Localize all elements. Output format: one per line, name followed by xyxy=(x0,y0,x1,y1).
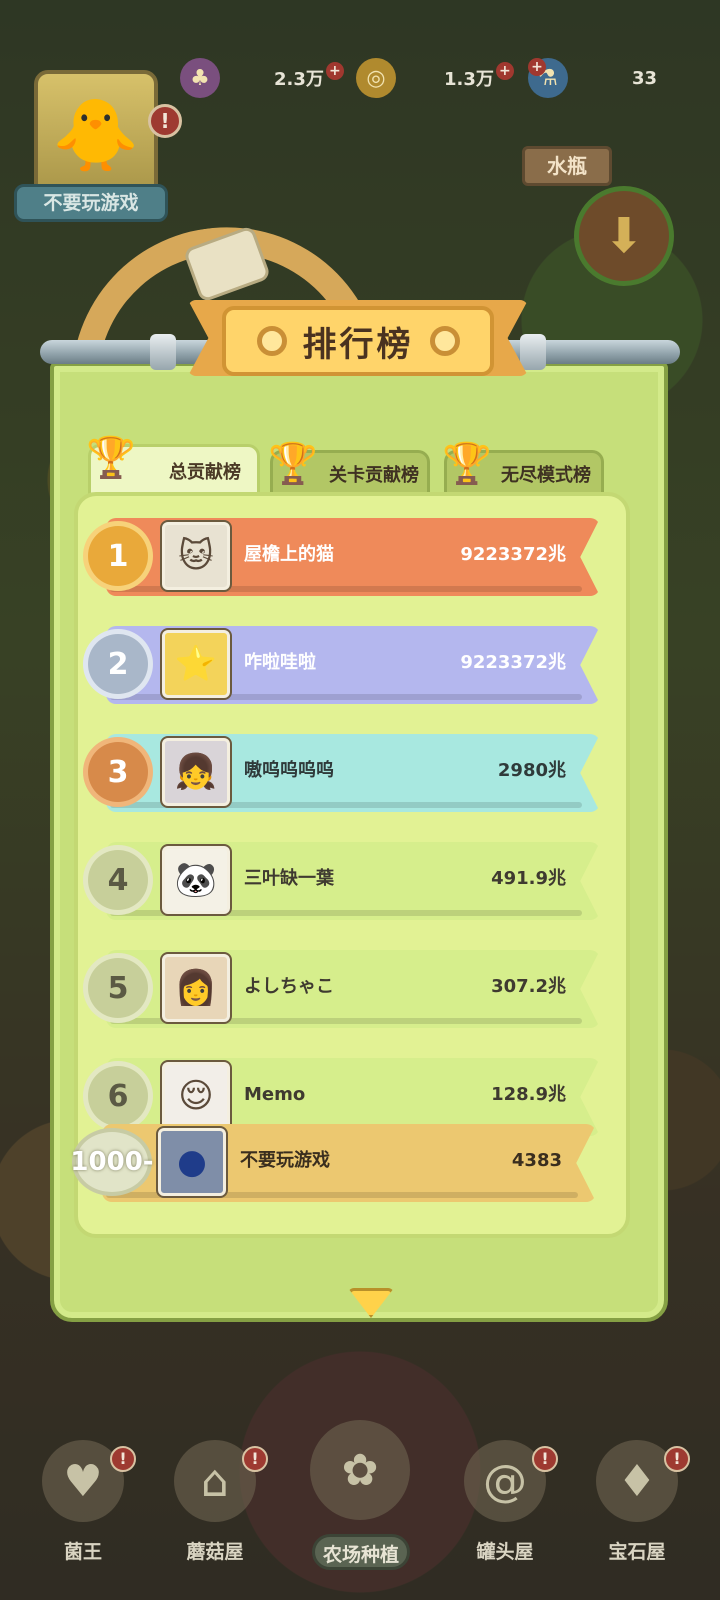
bottom-nav: ♥ ! 菌王 ⌂ ! 蘑菇屋 ✿ 农场种植 @ ! 罐头屋 ♦ ! 宝石屋 xyxy=(0,1400,720,1600)
resource-coin-value: 1.3万 xyxy=(444,69,494,90)
trophy-icon: 🏆 xyxy=(86,434,136,481)
tab-label: 无尽模式榜 xyxy=(501,464,591,486)
nav-item-farm[interactable]: ✿ 农场种植 xyxy=(306,1420,416,1570)
avatar[interactable]: 🐼 xyxy=(162,846,230,914)
nav-label: 农场种植 xyxy=(312,1534,410,1570)
nav-item-mushroom-house[interactable]: ⌂ ! 蘑菇屋 xyxy=(160,1440,270,1570)
resource-potion-value: 33 xyxy=(632,67,658,89)
player-name: 不要玩游戏 xyxy=(14,184,168,222)
avatar[interactable]: 🐱 xyxy=(162,522,230,590)
rank-medal-silver: 2 xyxy=(88,634,148,694)
avatar[interactable]: ⭐ xyxy=(162,630,230,698)
profile-alert-badge: ! xyxy=(148,104,182,138)
trophy-icon: 🏆 xyxy=(442,440,492,487)
resource-mushroom[interactable]: ♣ 2.3万 + xyxy=(180,58,344,98)
swirl-icon xyxy=(256,326,287,356)
nav-label: 菌王 xyxy=(63,1541,102,1563)
player-name: よしちゃこ xyxy=(244,976,334,997)
watering-can-icon: ✿ xyxy=(310,1420,410,1520)
leaderboard-row[interactable]: 3 👧 嗷呜呜呜呜 2980兆 xyxy=(88,734,604,814)
player-name: 三叶缺一葉 xyxy=(244,868,334,889)
trophy-icon: 🏆 xyxy=(268,440,318,487)
rank-badge: 4 xyxy=(88,850,148,910)
resource-potion[interactable]: ⚗ + 33 xyxy=(528,58,657,98)
my-name: 不要玩游戏 xyxy=(240,1150,330,1171)
tab-level-contribution[interactable]: 🏆 关卡贡献榜 xyxy=(268,441,430,494)
nav-alert-badge: ! xyxy=(532,1446,558,1472)
nav-item-king[interactable]: ♥ ! 菌王 xyxy=(28,1440,138,1570)
player-avatar[interactable]: 🐥 xyxy=(34,70,158,200)
rank-medal-bronze: 3 xyxy=(88,742,148,802)
tab-label: 总贡献榜 xyxy=(169,461,241,483)
player-score: 2980兆 xyxy=(497,760,566,781)
avatar[interactable]: 👧 xyxy=(162,738,230,806)
leaderboard-row[interactable]: 5 👩 よしちゃこ 307.2兆 xyxy=(88,950,604,1030)
player-score: 9223372兆 xyxy=(460,652,566,673)
nav-label: 宝石屋 xyxy=(608,1541,666,1563)
player-score: 9223372兆 xyxy=(460,544,566,565)
nav-label: 蘑菇屋 xyxy=(186,1541,244,1563)
player-name: 屋檐上的猫 xyxy=(244,544,334,565)
nav-alert-badge: ! xyxy=(664,1446,690,1472)
rank-medal-gold: 1 xyxy=(88,526,148,586)
nav-alert-badge: ! xyxy=(242,1446,268,1472)
add-potion-button[interactable]: + xyxy=(528,58,546,76)
add-mushroom-button[interactable]: + xyxy=(325,62,344,80)
resource-coin[interactable]: ◎ 1.3万 + xyxy=(356,58,514,98)
swirl-icon xyxy=(429,326,460,356)
my-score: 4383 xyxy=(511,1150,562,1171)
player-name: 咋啦哇啦 xyxy=(244,652,316,673)
page-title: 排行榜 xyxy=(302,324,414,365)
tab-label: 关卡贡献榜 xyxy=(329,464,419,486)
title-plate: 排行榜 xyxy=(222,306,494,376)
nav-item-gem-house[interactable]: ♦ ! 宝石屋 xyxy=(582,1440,692,1570)
player-profile[interactable]: 🐥 不要玩游戏 ! xyxy=(14,64,182,224)
rank-badge: 5 xyxy=(88,958,148,1018)
add-coin-button[interactable]: + xyxy=(495,62,514,80)
resource-mushroom-value: 2.3万 xyxy=(274,69,324,90)
leaderboard-row[interactable]: 2 ⭐ 咋啦哇啦 9223372兆 xyxy=(88,626,604,706)
mushroom-icon: ♣ xyxy=(180,58,220,98)
my-rank-bar[interactable]: 1000- ● 不要玩游戏 4383 xyxy=(70,1110,630,1206)
nav-alert-badge: ! xyxy=(110,1446,136,1472)
rod-ring-left xyxy=(150,334,176,370)
tab-total-contribution[interactable]: 🏆 总贡献榜 xyxy=(86,435,260,494)
avatar[interactable]: 👩 xyxy=(162,954,230,1022)
rod-ring-right xyxy=(520,334,546,370)
player-score: 307.2兆 xyxy=(491,976,566,997)
player-score: 491.9兆 xyxy=(491,868,566,889)
aquarius-sign[interactable]: 水瓶 xyxy=(522,146,612,186)
nav-label: 罐头屋 xyxy=(476,1541,534,1563)
nav-item-can-house[interactable]: @ ! 罐头屋 xyxy=(450,1440,560,1570)
player-name: 嗷呜呜呜呜 xyxy=(244,760,334,781)
tab-endless-mode[interactable]: 🏆 无尽模式榜 xyxy=(442,441,604,494)
my-rank-row[interactable]: 1000- ● 不要玩游戏 4383 xyxy=(70,1124,600,1204)
leaderboard-row[interactable]: 1 🐱 屋檐上的猫 9223372兆 xyxy=(88,518,604,598)
download-arrow-icon[interactable]: ⬇ xyxy=(574,186,674,286)
leaderboard-row[interactable]: 4 🐼 三叶缺一葉 491.9兆 xyxy=(88,842,604,922)
coin-icon: ◎ xyxy=(356,58,396,98)
avatar[interactable]: ● xyxy=(158,1128,226,1196)
my-rank-badge: 1000- xyxy=(70,1132,154,1192)
